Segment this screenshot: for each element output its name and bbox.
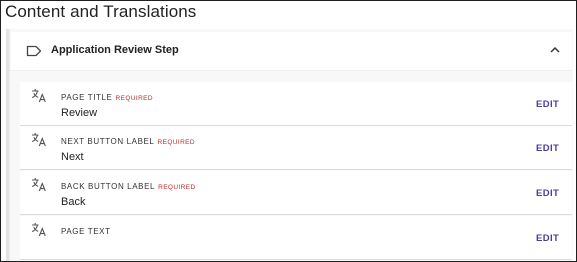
field-row-page-text: PAGE TEXT EDIT xyxy=(20,216,572,260)
edit-button[interactable]: EDIT xyxy=(536,143,559,154)
step-header[interactable]: Application Review Step xyxy=(11,32,572,71)
field-label: BACK BUTTON LABEL REQUIRED xyxy=(61,182,196,191)
field-row-next-button-label: NEXT BUTTON LABEL REQUIRED Next EDIT xyxy=(20,126,572,170)
field-value: Review xyxy=(61,107,98,119)
edit-button[interactable]: EDIT xyxy=(536,233,559,244)
step-title: Application Review Step xyxy=(51,44,179,56)
field-label: PAGE TITLE REQUIRED xyxy=(61,93,154,102)
edit-button[interactable]: EDIT xyxy=(536,188,559,199)
field-label: PAGE TEXT xyxy=(61,227,111,236)
edit-button[interactable]: EDIT xyxy=(536,99,559,110)
translate-icon xyxy=(31,223,46,237)
field-label: NEXT BUTTON LABEL REQUIRED xyxy=(61,137,196,146)
translate-icon xyxy=(31,178,46,192)
field-value: Back xyxy=(61,196,86,208)
content-translations-window: Content and Translations Application Rev… xyxy=(0,0,577,262)
translate-icon xyxy=(31,89,46,103)
required-badge: REQUIRED xyxy=(158,184,196,191)
tag-icon xyxy=(26,45,42,57)
chevron-up-icon[interactable] xyxy=(549,45,561,55)
required-badge: REQUIRED xyxy=(115,95,154,102)
required-badge: REQUIRED xyxy=(157,139,196,146)
field-row-back-button-label: BACK BUTTON LABEL REQUIRED Back EDIT xyxy=(20,171,572,215)
page-title: Content and Translations xyxy=(5,2,197,21)
field-value: Next xyxy=(61,151,84,163)
translate-icon xyxy=(31,133,46,147)
field-row-page-title: PAGE TITLE REQUIRED Review EDIT xyxy=(20,82,572,126)
